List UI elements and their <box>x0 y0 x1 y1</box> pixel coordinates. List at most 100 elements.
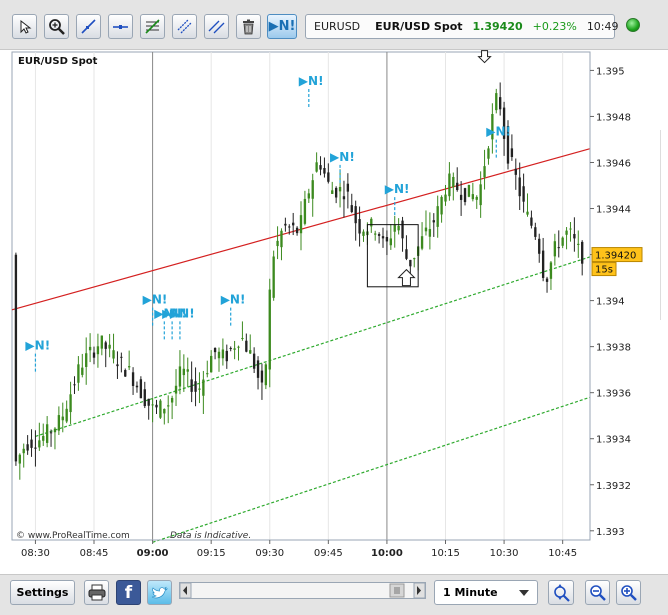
candle-body <box>292 222 295 226</box>
zoom-out-icon <box>590 585 606 601</box>
candle-body <box>264 364 268 386</box>
candle-body <box>377 234 381 236</box>
candle-body <box>463 188 467 203</box>
candle-body <box>206 373 209 375</box>
instrument-quote-panel[interactable]: EURUSD EUR/USD Spot 1.39420 +0.23% 10:49 <box>305 14 619 39</box>
chart-title: EUR/USD Spot <box>18 56 98 67</box>
news-marker-label: ▶N! <box>170 306 195 320</box>
x-tick-label: 09:45 <box>314 548 343 559</box>
candle-body <box>354 206 357 224</box>
candle-body <box>190 379 193 392</box>
news-button[interactable]: ▶N! <box>267 14 297 39</box>
candle-body <box>210 355 213 373</box>
candle-body <box>45 424 49 443</box>
news-marker-label: ▶N! <box>330 150 355 164</box>
news-marker-label: ▶N! <box>385 182 410 196</box>
candle-body <box>299 215 303 234</box>
candle-body <box>432 220 435 223</box>
horizontal-line-icon <box>113 25 128 29</box>
y-tick-label: 1.395 <box>596 66 625 77</box>
zoom-out-button[interactable] <box>585 580 610 605</box>
x-axis: 08:30 08:45 09:00 09:15 09:30 09:45 10:00 10:15… <box>12 539 590 559</box>
candle-body <box>440 196 443 215</box>
facebook-icon: f <box>124 582 133 603</box>
x-tick-label: 10:00 <box>371 548 403 559</box>
candle-body <box>526 211 529 215</box>
trash-icon <box>243 19 254 34</box>
candle-body <box>202 379 205 396</box>
candle-body <box>245 340 248 352</box>
fibonacci-icon <box>145 19 160 34</box>
candle-body <box>471 194 475 200</box>
candle-body <box>213 347 217 353</box>
candle-body <box>510 148 514 158</box>
candle-body <box>34 447 37 449</box>
candle-body <box>393 224 396 232</box>
price-chart[interactable]: ▶N!▶N!▶N!▶N!▶N!▶N!▶N!▶N!▶N!▶N! 1.3931.39… <box>0 50 668 570</box>
twitter-button[interactable] <box>147 580 172 605</box>
candle-body <box>18 454 21 464</box>
autoscale-button[interactable] <box>548 580 574 605</box>
candle-body <box>178 366 182 387</box>
candle-body <box>127 366 131 368</box>
candle-body <box>323 167 326 174</box>
zoom-cursor-button[interactable] <box>44 14 69 39</box>
channel-icon <box>177 19 192 34</box>
print-button[interactable] <box>84 580 109 605</box>
parallel-lines-button[interactable] <box>204 14 229 39</box>
candle-body <box>104 342 107 349</box>
candle-body <box>14 254 18 462</box>
y-tick-label: 1.394 <box>596 297 625 308</box>
candle-body <box>151 404 154 406</box>
chart-area[interactable]: ▶N! ▶N! ▶N! ▶N! ▶N! ▶N! ▶N! ▶N! ▶N! ▶N! 1.393 1.39… <box>0 50 668 570</box>
candle-body <box>167 405 170 407</box>
candle-body <box>315 162 318 172</box>
candle-body <box>81 367 84 375</box>
zoom-in-button[interactable] <box>616 580 641 605</box>
candle-body <box>65 408 68 422</box>
interval-select[interactable]: 1 Minute <box>434 580 538 605</box>
settings-button[interactable]: Settings <box>10 580 75 605</box>
candle-body <box>495 93 498 111</box>
candle-body <box>85 353 88 367</box>
pointer-icon <box>20 19 32 34</box>
fibonacci-tool-button[interactable] <box>140 14 165 39</box>
candle-body <box>397 225 400 231</box>
candle-body <box>159 400 162 418</box>
chevron-down-icon <box>519 590 529 596</box>
trendline-tool-button[interactable] <box>76 14 101 39</box>
pointer-tool-button[interactable] <box>12 14 37 39</box>
candle-body <box>499 97 502 110</box>
candle-body <box>487 148 490 159</box>
candle-body <box>280 230 283 248</box>
candle-body <box>38 440 41 448</box>
candle-body <box>307 193 310 199</box>
candle-body <box>124 370 127 377</box>
last-price-label: 1.39420 <box>595 251 636 262</box>
candle-body <box>518 177 521 197</box>
candle-body <box>100 335 103 349</box>
channel-tool-button[interactable] <box>172 14 197 39</box>
candle-body <box>420 236 424 249</box>
candle-body <box>88 346 92 351</box>
x-tick-label: 09:15 <box>197 548 226 559</box>
candle-body <box>61 416 64 421</box>
top-toolbar: ▶N! EURUSD EUR/USD Spot 1.39420 +0.23% 1… <box>0 0 668 50</box>
candle-body <box>249 350 252 354</box>
zoom-cursor-icon <box>49 19 65 35</box>
time-scrollbar[interactable] <box>179 582 426 599</box>
horizontal-line-button[interactable] <box>108 14 133 39</box>
candle-body <box>256 360 260 378</box>
candle-body <box>73 384 76 386</box>
candle-body <box>541 250 545 278</box>
instrument-price: 1.39420 <box>472 20 523 33</box>
facebook-button[interactable]: f <box>116 580 141 605</box>
settings-label: Settings <box>16 586 69 599</box>
candle-body <box>358 219 361 234</box>
candle-body <box>276 240 279 247</box>
news-marker-label: ▶N! <box>221 293 246 307</box>
delete-drawings-button[interactable] <box>236 14 261 39</box>
candle-body <box>49 432 53 434</box>
candle-body <box>268 289 271 370</box>
candle-body <box>374 233 377 235</box>
